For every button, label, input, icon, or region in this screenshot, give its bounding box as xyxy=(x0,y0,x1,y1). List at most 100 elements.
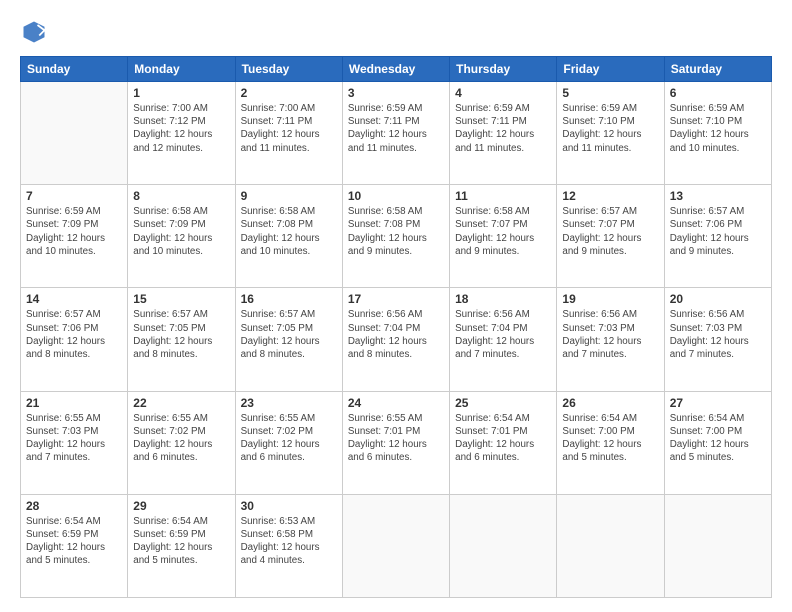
day-number: 1 xyxy=(133,86,229,100)
day-number: 2 xyxy=(241,86,337,100)
calendar-cell: 28 Sunrise: 6:54 AM Sunset: 6:59 PM Dayli… xyxy=(21,494,128,597)
day-number: 13 xyxy=(670,189,766,203)
calendar-cell: 3Sunrise: 6:59 AM Sunset: 7:11 PM Daylig… xyxy=(342,82,449,185)
calendar-cell: 9 Sunrise: 6:58 AM Sunset: 7:08 PM Daylig… xyxy=(235,185,342,288)
calendar-week-row: 7 Sunrise: 6:59 AM Sunset: 7:09 PM Daylig… xyxy=(21,185,772,288)
day-number: 28 xyxy=(26,499,122,513)
logo xyxy=(20,18,52,46)
day-number: 12 xyxy=(562,189,658,203)
day-info: Sunrise: 6:55 AM Sunset: 7:01 PM Dayligh… xyxy=(348,412,444,465)
day-info: Sunrise: 6:58 AM Sunset: 7:09 PM Dayligh… xyxy=(133,205,229,258)
calendar-cell: 8 Sunrise: 6:58 AM Sunset: 7:09 PM Daylig… xyxy=(128,185,235,288)
day-info: Sunrise: 6:59 AM Sunset: 7:09 PM Dayligh… xyxy=(26,205,122,258)
day-info: Sunrise: 7:00 AM Sunset: 7:12 PM Dayligh… xyxy=(133,102,229,155)
day-info: Sunrise: 6:57 AM Sunset: 7:07 PM Dayligh… xyxy=(562,205,658,258)
calendar-cell: 27 Sunrise: 6:54 AM Sunset: 7:00 PM Dayli… xyxy=(664,391,771,494)
day-info: Sunrise: 6:57 AM Sunset: 7:05 PM Dayligh… xyxy=(241,308,337,361)
weekday-header: Wednesday xyxy=(342,57,449,82)
calendar-cell: 24 Sunrise: 6:55 AM Sunset: 7:01 PM Dayli… xyxy=(342,391,449,494)
day-number: 20 xyxy=(670,292,766,306)
calendar-cell: 20 Sunrise: 6:56 AM Sunset: 7:03 PM Dayli… xyxy=(664,288,771,391)
calendar-cell xyxy=(557,494,664,597)
calendar-cell xyxy=(450,494,557,597)
weekday-header: Thursday xyxy=(450,57,557,82)
weekday-header: Saturday xyxy=(664,57,771,82)
weekday-row: SundayMondayTuesdayWednesdayThursdayFrid… xyxy=(21,57,772,82)
day-info: Sunrise: 6:54 AM Sunset: 7:01 PM Dayligh… xyxy=(455,412,551,465)
day-info: Sunrise: 6:57 AM Sunset: 7:06 PM Dayligh… xyxy=(26,308,122,361)
day-info: Sunrise: 6:58 AM Sunset: 7:08 PM Dayligh… xyxy=(348,205,444,258)
calendar-table: SundayMondayTuesdayWednesdayThursdayFrid… xyxy=(20,56,772,598)
day-number: 19 xyxy=(562,292,658,306)
day-info: Sunrise: 6:54 AM Sunset: 6:59 PM Dayligh… xyxy=(26,515,122,568)
day-info: Sunrise: 6:58 AM Sunset: 7:08 PM Dayligh… xyxy=(241,205,337,258)
day-info: Sunrise: 6:56 AM Sunset: 7:04 PM Dayligh… xyxy=(455,308,551,361)
day-info: Sunrise: 7:00 AM Sunset: 7:11 PM Dayligh… xyxy=(241,102,337,155)
day-number: 25 xyxy=(455,396,551,410)
calendar-cell: 4 Sunrise: 6:59 AM Sunset: 7:11 PM Daylig… xyxy=(450,82,557,185)
day-number: 30 xyxy=(241,499,337,513)
calendar-body: 1 Sunrise: 7:00 AM Sunset: 7:12 PM Daylig… xyxy=(21,82,772,598)
weekday-header: Tuesday xyxy=(235,57,342,82)
day-number: 8 xyxy=(133,189,229,203)
day-info: Sunrise: 6:59 AM Sunset: 7:10 PM Dayligh… xyxy=(562,102,658,155)
calendar-cell: 17 Sunrise: 6:56 AM Sunset: 7:04 PM Dayli… xyxy=(342,288,449,391)
calendar-cell: 19 Sunrise: 6:56 AM Sunset: 7:03 PM Dayli… xyxy=(557,288,664,391)
day-info: Sunrise: 6:56 AM Sunset: 7:03 PM Dayligh… xyxy=(562,308,658,361)
calendar-cell: 12 Sunrise: 6:57 AM Sunset: 7:07 PM Dayli… xyxy=(557,185,664,288)
day-info: Sunrise: 6:56 AM Sunset: 7:04 PM Dayligh… xyxy=(348,308,444,361)
calendar-cell xyxy=(664,494,771,597)
day-number: 22 xyxy=(133,396,229,410)
day-number: 7 xyxy=(26,189,122,203)
day-number: 26 xyxy=(562,396,658,410)
day-number: 5 xyxy=(562,86,658,100)
day-number: 4 xyxy=(455,86,551,100)
day-info: Sunrise: 6:57 AM Sunset: 7:05 PM Dayligh… xyxy=(133,308,229,361)
calendar-cell: 5 Sunrise: 6:59 AM Sunset: 7:10 PM Daylig… xyxy=(557,82,664,185)
day-number: 17 xyxy=(348,292,444,306)
day-info: Sunrise: 6:58 AM Sunset: 7:07 PM Dayligh… xyxy=(455,205,551,258)
day-info: Sunrise: 6:54 AM Sunset: 7:00 PM Dayligh… xyxy=(562,412,658,465)
day-info: Sunrise: 6:55 AM Sunset: 7:02 PM Dayligh… xyxy=(241,412,337,465)
calendar-cell: 26 Sunrise: 6:54 AM Sunset: 7:00 PM Dayli… xyxy=(557,391,664,494)
day-info: Sunrise: 6:59 AM Sunset: 7:11 PM Dayligh… xyxy=(455,102,551,155)
calendar-week-row: 1 Sunrise: 7:00 AM Sunset: 7:12 PM Daylig… xyxy=(21,82,772,185)
day-number: 10 xyxy=(348,189,444,203)
day-info: Sunrise: 6:55 AM Sunset: 7:03 PM Dayligh… xyxy=(26,412,122,465)
day-info: Sunrise: 6:57 AM Sunset: 7:06 PM Dayligh… xyxy=(670,205,766,258)
weekday-header: Friday xyxy=(557,57,664,82)
calendar-cell: 13 Sunrise: 6:57 AM Sunset: 7:06 PM Dayli… xyxy=(664,185,771,288)
calendar-cell: 2 Sunrise: 7:00 AM Sunset: 7:11 PM Daylig… xyxy=(235,82,342,185)
calendar-cell: 1 Sunrise: 7:00 AM Sunset: 7:12 PM Daylig… xyxy=(128,82,235,185)
day-number: 16 xyxy=(241,292,337,306)
calendar-cell xyxy=(21,82,128,185)
header xyxy=(20,18,772,46)
day-number: 11 xyxy=(455,189,551,203)
calendar-cell: 15 Sunrise: 6:57 AM Sunset: 7:05 PM Dayli… xyxy=(128,288,235,391)
calendar-cell: 16 Sunrise: 6:57 AM Sunset: 7:05 PM Dayli… xyxy=(235,288,342,391)
calendar-cell: 21Sunrise: 6:55 AM Sunset: 7:03 PM Dayli… xyxy=(21,391,128,494)
day-number: 15 xyxy=(133,292,229,306)
calendar-week-row: 14Sunrise: 6:57 AM Sunset: 7:06 PM Dayli… xyxy=(21,288,772,391)
day-info: Sunrise: 6:54 AM Sunset: 6:59 PM Dayligh… xyxy=(133,515,229,568)
calendar-cell: 22 Sunrise: 6:55 AM Sunset: 7:02 PM Dayli… xyxy=(128,391,235,494)
calendar-cell: 25 Sunrise: 6:54 AM Sunset: 7:01 PM Dayli… xyxy=(450,391,557,494)
day-number: 24 xyxy=(348,396,444,410)
calendar-cell: 23 Sunrise: 6:55 AM Sunset: 7:02 PM Dayli… xyxy=(235,391,342,494)
day-number: 18 xyxy=(455,292,551,306)
weekday-header: Sunday xyxy=(21,57,128,82)
day-info: Sunrise: 6:54 AM Sunset: 7:00 PM Dayligh… xyxy=(670,412,766,465)
day-info: Sunrise: 6:55 AM Sunset: 7:02 PM Dayligh… xyxy=(133,412,229,465)
day-number: 3 xyxy=(348,86,444,100)
calendar-cell xyxy=(342,494,449,597)
day-info: Sunrise: 6:56 AM Sunset: 7:03 PM Dayligh… xyxy=(670,308,766,361)
day-number: 27 xyxy=(670,396,766,410)
calendar-week-row: 28 Sunrise: 6:54 AM Sunset: 6:59 PM Dayli… xyxy=(21,494,772,597)
day-number: 23 xyxy=(241,396,337,410)
weekday-header: Monday xyxy=(128,57,235,82)
day-number: 9 xyxy=(241,189,337,203)
day-info: Sunrise: 6:53 AM Sunset: 6:58 PM Dayligh… xyxy=(241,515,337,568)
day-number: 6 xyxy=(670,86,766,100)
day-info: Sunrise: 6:59 AM Sunset: 7:10 PM Dayligh… xyxy=(670,102,766,155)
calendar-week-row: 21Sunrise: 6:55 AM Sunset: 7:03 PM Dayli… xyxy=(21,391,772,494)
